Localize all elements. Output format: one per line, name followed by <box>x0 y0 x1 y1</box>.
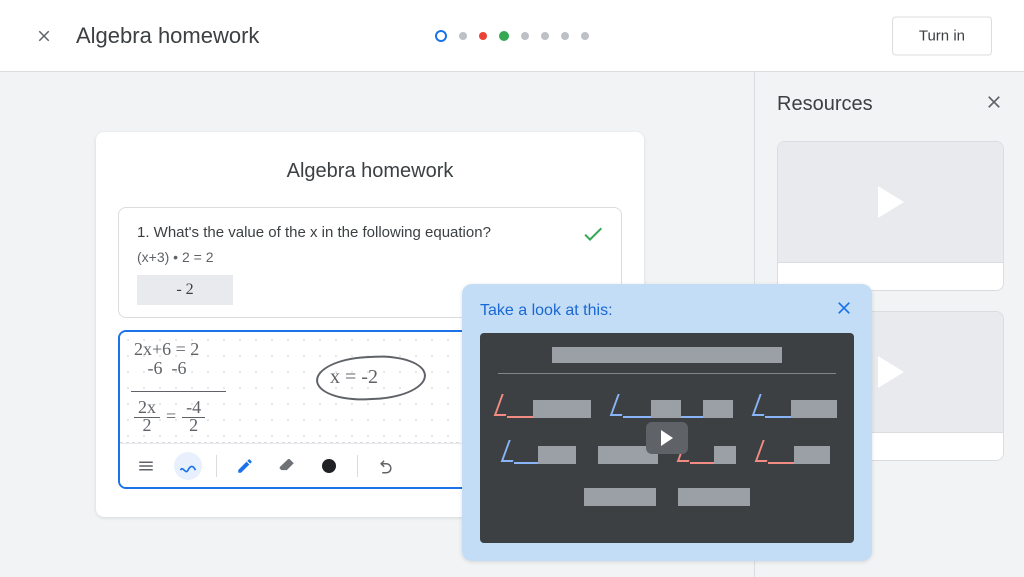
video-thumbnail <box>778 142 1003 262</box>
progress-stepper[interactable] <box>435 30 589 42</box>
step-dot[interactable] <box>581 32 589 40</box>
color-picker[interactable] <box>315 452 343 480</box>
worksheet-title: Algebra homework <box>118 160 622 183</box>
hint-overlay: Take a look at this: <box>462 284 872 561</box>
answer-input[interactable]: - 2 <box>137 275 233 305</box>
eraser-icon[interactable] <box>273 452 301 480</box>
close-icon[interactable] <box>984 92 1004 117</box>
turn-in-button[interactable]: Turn in <box>892 16 992 55</box>
resource-card[interactable] <box>777 141 1004 291</box>
step-dot[interactable] <box>541 32 549 40</box>
video-title-placeholder <box>552 347 782 363</box>
step-dot-current[interactable] <box>435 30 447 42</box>
toolbar-separator <box>216 455 217 477</box>
circled-answer: x = -2 <box>330 366 378 389</box>
question-equation: (x+3) • 2 = 2 <box>137 249 603 265</box>
play-button[interactable] <box>646 422 688 454</box>
list-icon[interactable] <box>132 452 160 480</box>
handwriting-work: 2x+6 = 2 -6 -6 2x2 = -42 <box>134 340 226 435</box>
play-icon <box>661 430 673 446</box>
app-bar: Algebra homework Turn in <box>0 0 1024 72</box>
draw-icon[interactable] <box>174 452 202 480</box>
step-dot-correct[interactable] <box>499 31 509 41</box>
hint-video[interactable] <box>480 333 854 543</box>
check-icon <box>581 222 605 251</box>
question-prompt: 1. What's the value of the x in the foll… <box>137 224 603 241</box>
hint-title: Take a look at this: <box>480 302 613 320</box>
play-icon <box>878 356 904 388</box>
pen-icon[interactable] <box>231 452 259 480</box>
close-icon[interactable] <box>834 298 854 323</box>
play-icon <box>878 186 904 218</box>
step-dot[interactable] <box>561 32 569 40</box>
resources-heading: Resources <box>777 93 873 116</box>
undo-icon[interactable] <box>372 452 400 480</box>
workspace: Algebra homework 1. What's the value of … <box>0 72 1024 577</box>
step-dot[interactable] <box>459 32 467 40</box>
toolbar-separator <box>357 455 358 477</box>
close-icon[interactable] <box>32 24 56 48</box>
step-dot[interactable] <box>521 32 529 40</box>
step-dot-incorrect[interactable] <box>479 32 487 40</box>
page-title: Algebra homework <box>76 23 259 49</box>
